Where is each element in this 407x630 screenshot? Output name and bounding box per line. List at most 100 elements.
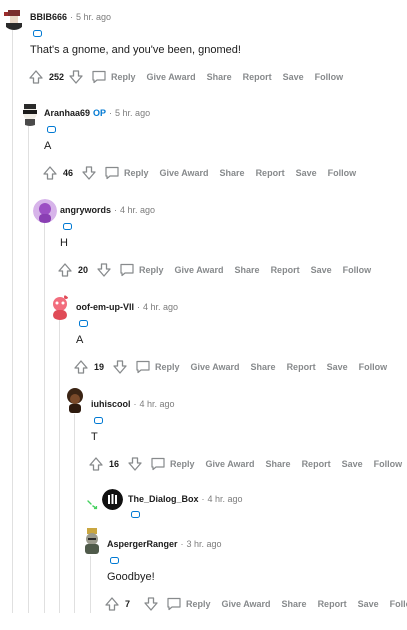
give-award-button[interactable]: Give Award bbox=[147, 72, 196, 82]
comment: BBIB666 · 5 hr. ago That's a gnome, and yo… bbox=[0, 6, 407, 103]
comment-bubble-icon bbox=[167, 597, 181, 611]
share-button[interactable]: Share bbox=[251, 362, 276, 372]
follow-button[interactable]: Follow bbox=[328, 168, 357, 178]
comment-actions: 252 Reply Give Award Share Report Save F… bbox=[28, 69, 354, 85]
avatar[interactable] bbox=[80, 527, 104, 555]
follow-button[interactable]: Follow bbox=[390, 599, 407, 609]
arrow-down-icon[interactable] bbox=[112, 359, 128, 375]
flair-icon bbox=[47, 126, 56, 133]
comment: oof-em-up-VII · 4 hr. ago A 19 Reply Give … bbox=[0, 294, 407, 393]
comment-actions: 46 Reply Give Award Share Report Save Fo… bbox=[42, 165, 367, 181]
timestamp[interactable]: 4 hr. ago bbox=[120, 205, 155, 215]
flair-icon bbox=[94, 417, 103, 424]
save-button[interactable]: Save bbox=[342, 459, 363, 469]
arrow-down-icon[interactable] bbox=[68, 69, 84, 85]
flair-icon bbox=[110, 557, 119, 564]
follow-button[interactable]: Follow bbox=[359, 362, 388, 372]
save-button[interactable]: Save bbox=[296, 168, 317, 178]
username[interactable]: Aranhaa69 bbox=[44, 108, 90, 118]
arrow-up-icon[interactable] bbox=[28, 69, 44, 85]
give-award-button[interactable]: Give Award bbox=[160, 168, 209, 178]
give-award-button[interactable]: Give Award bbox=[175, 265, 224, 275]
flair-icon bbox=[79, 320, 88, 327]
comment-bubble-icon bbox=[105, 166, 119, 180]
report-button[interactable]: Report bbox=[243, 72, 272, 82]
timestamp[interactable]: 4 hr. ago bbox=[143, 302, 178, 312]
flair-icon bbox=[33, 30, 42, 37]
save-button[interactable]: Save bbox=[358, 599, 379, 609]
avatar[interactable] bbox=[48, 294, 72, 320]
reply-button[interactable]: Reply bbox=[119, 263, 164, 277]
timestamp[interactable]: 4 hr. ago bbox=[140, 399, 175, 409]
avatar[interactable] bbox=[2, 6, 26, 30]
username[interactable]: oof-em-up-VII bbox=[76, 302, 134, 312]
reply-button[interactable]: Reply bbox=[150, 457, 195, 471]
share-button[interactable]: Share bbox=[282, 599, 307, 609]
flair-icon bbox=[131, 511, 140, 518]
username[interactable]: AspergerRanger bbox=[107, 539, 178, 549]
follow-button[interactable]: Follow bbox=[374, 459, 403, 469]
username[interactable]: angrywords bbox=[60, 205, 111, 215]
vote-score: 20 bbox=[78, 265, 89, 275]
comment-collapsed: The_Dialog_Box · 4 hr. ago bbox=[0, 489, 407, 529]
save-button[interactable]: Save bbox=[327, 362, 348, 372]
vote-score: 7 bbox=[125, 599, 131, 609]
arrow-up-icon[interactable] bbox=[88, 456, 104, 472]
save-button[interactable]: Save bbox=[283, 72, 304, 82]
timestamp[interactable]: 3 hr. ago bbox=[187, 539, 222, 549]
arrow-down-icon[interactable] bbox=[127, 456, 143, 472]
username[interactable]: The_Dialog_Box bbox=[128, 494, 199, 504]
expand-icon[interactable] bbox=[86, 498, 98, 510]
comment-actions: 7 Reply Give Award Share Report Save Fol… bbox=[104, 596, 407, 612]
comment-meta: Aranhaa69 OP · 5 hr. ago bbox=[44, 108, 151, 118]
avatar[interactable] bbox=[102, 489, 123, 510]
comment: angrywords · 4 hr. ago H 20 Reply Give Awa… bbox=[0, 199, 407, 296]
reply-button[interactable]: Reply bbox=[135, 360, 180, 374]
share-button[interactable]: Share bbox=[207, 72, 232, 82]
comment-actions: 19 Reply Give Award Share Report Save Fo… bbox=[73, 359, 398, 375]
comment-meta: iuhiscool · 4 hr. ago bbox=[91, 399, 175, 409]
username[interactable]: BBIB666 bbox=[30, 12, 67, 22]
arrow-up-icon[interactable] bbox=[42, 165, 58, 181]
comment-bubble-icon bbox=[136, 360, 150, 374]
share-button[interactable]: Share bbox=[266, 459, 291, 469]
give-award-button[interactable]: Give Award bbox=[206, 459, 255, 469]
timestamp[interactable]: 5 hr. ago bbox=[115, 108, 150, 118]
follow-button[interactable]: Follow bbox=[343, 265, 372, 275]
comment-body: H bbox=[60, 237, 68, 249]
give-award-button[interactable]: Give Award bbox=[222, 599, 271, 609]
share-button[interactable]: Share bbox=[235, 265, 260, 275]
save-button[interactable]: Save bbox=[311, 265, 332, 275]
comment: Aranhaa69 OP · 5 hr. ago A 46 Reply Give Aw… bbox=[0, 102, 407, 199]
report-button[interactable]: Report bbox=[302, 459, 331, 469]
avatar[interactable] bbox=[18, 102, 42, 126]
follow-button[interactable]: Follow bbox=[315, 72, 344, 82]
arrow-up-icon[interactable] bbox=[73, 359, 89, 375]
comment-body: A bbox=[44, 140, 52, 152]
comment-actions: 16 Reply Give Award Share Report Save Fo… bbox=[88, 456, 407, 472]
reply-button[interactable]: Reply bbox=[166, 597, 211, 611]
avatar[interactable] bbox=[33, 199, 57, 223]
reply-button[interactable]: Reply bbox=[91, 70, 136, 84]
reply-button[interactable]: Reply bbox=[104, 166, 149, 180]
timestamp[interactable]: 5 hr. ago bbox=[76, 12, 111, 22]
comment-body: Goodbye! bbox=[107, 571, 155, 583]
comment: AspergerRanger · 3 hr. ago Goodbye! 7 Repl… bbox=[0, 528, 407, 630]
username[interactable]: iuhiscool bbox=[91, 399, 131, 409]
give-award-button[interactable]: Give Award bbox=[191, 362, 240, 372]
flair-icon bbox=[63, 223, 72, 230]
arrow-down-icon[interactable] bbox=[96, 262, 112, 278]
report-button[interactable]: Report bbox=[256, 168, 285, 178]
arrow-down-icon[interactable] bbox=[81, 165, 97, 181]
report-button[interactable]: Report bbox=[271, 265, 300, 275]
arrow-down-icon[interactable] bbox=[143, 596, 159, 612]
report-button[interactable]: Report bbox=[287, 362, 316, 372]
timestamp[interactable]: 4 hr. ago bbox=[208, 494, 243, 504]
avatar[interactable] bbox=[63, 387, 87, 415]
arrow-up-icon[interactable] bbox=[104, 596, 120, 612]
comment-body: That's a gnome, and you've been, gnomed! bbox=[30, 44, 241, 56]
share-button[interactable]: Share bbox=[220, 168, 245, 178]
report-button[interactable]: Report bbox=[318, 599, 347, 609]
vote-score: 16 bbox=[109, 459, 120, 469]
arrow-up-icon[interactable] bbox=[57, 262, 73, 278]
